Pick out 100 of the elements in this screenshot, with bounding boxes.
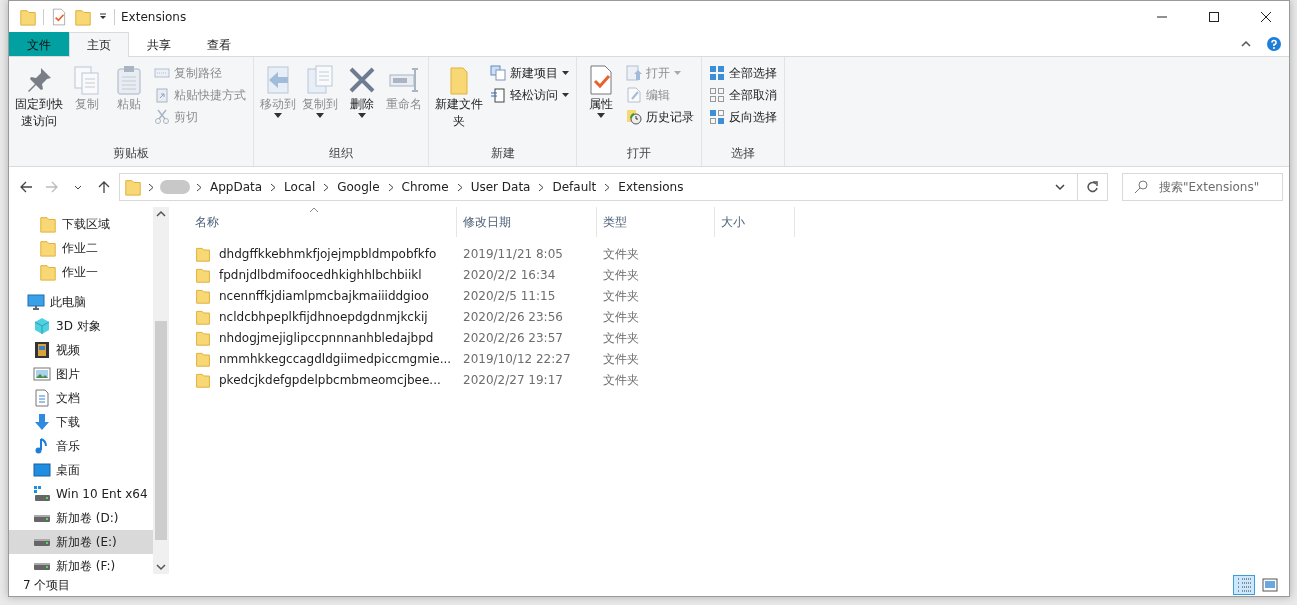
chevron-icon <box>196 182 202 192</box>
navigation-item[interactable]: 下载 <box>9 410 153 434</box>
file-type: 文件夹 <box>602 350 640 368</box>
computer-icon <box>27 293 45 311</box>
folder-icon <box>195 287 211 304</box>
ribbon-tab[interactable]: 查看 <box>189 32 249 56</box>
navigation-item[interactable]: 新加卷 (F:) <box>9 554 153 574</box>
edit-icon <box>626 87 642 103</box>
folder-icon <box>195 266 211 283</box>
navigation-item[interactable]: 图片 <box>9 362 153 386</box>
refresh-icon <box>1086 181 1099 193</box>
search-field[interactable]: 搜索"Extensions" <box>1122 173 1283 201</box>
search-icon <box>1134 180 1148 194</box>
invert-selection-icon <box>709 109 725 125</box>
large-icons-view-button[interactable] <box>1259 575 1281 595</box>
file-name: fpdnjdlbdmifoocedhkighhlbchbiikl <box>219 266 422 284</box>
file-type: 文件夹 <box>602 245 640 263</box>
modified-date: 2020/2/5 11:15 <box>462 287 557 305</box>
properties-icon <box>50 7 68 26</box>
folder-icon <box>124 178 142 196</box>
navigation-item[interactable]: 此电脑 <box>9 290 153 314</box>
item-count: 7 个项目 <box>23 577 71 594</box>
navigation-item[interactable]: 下载区域 <box>9 212 153 236</box>
chevron-icon <box>148 182 154 192</box>
select-all-icon <box>709 65 725 81</box>
file-name: nmmhkkegccagdldgiimedpiccmgmie... <box>219 350 452 368</box>
column-header[interactable]: 大小 <box>715 207 795 237</box>
file-row[interactable]: ncennffkjdiamlpmcbajkmaiiiddgioo 2020/2/5 11:15 文件夹 <box>189 285 1289 306</box>
file-row[interactable]: dhdgffkkebhmkfjojejmpbldmpobfkfo 2019/11/21 8:05 文件夹 <box>189 243 1289 264</box>
ribbon-button[interactable]: 全部选择 <box>706 63 780 83</box>
details-view-button[interactable] <box>1233 575 1255 595</box>
breadcrumb[interactable]: AppData <box>208 178 265 196</box>
ribbon-button[interactable]: 删除 <box>342 60 382 144</box>
breadcrumb[interactable]: User Data <box>468 178 533 196</box>
ribbon-button[interactable]: 新建文件夹 <box>433 60 485 144</box>
modified-date: 2020/2/27 19:17 <box>462 371 564 389</box>
modified-date: 2019/10/12 22:27 <box>462 350 572 368</box>
ribbon-button[interactable]: 属性 <box>581 60 621 144</box>
file-row[interactable]: nmmhkkegccagdldgiimedpiccmgmie... 2019/10/12 22:27 文件夹 <box>189 348 1289 369</box>
navigation-item[interactable]: 音乐 <box>9 434 153 458</box>
file-row[interactable]: fpdnjdlbdmifoocedhkighhlbchbiikl 2020/2/2 16:34 文件夹 <box>189 264 1289 285</box>
navigation-item[interactable]: Win 10 Ent x64 <box>9 482 153 506</box>
ribbon-button[interactable]: 全部取消 <box>706 85 780 105</box>
navigation-item[interactable]: 作业一 <box>9 260 153 284</box>
navigation-item[interactable]: 作业二 <box>9 236 153 260</box>
modified-date: 2020/2/26 23:56 <box>462 308 564 326</box>
navigation-item[interactable]: 视频 <box>9 338 153 362</box>
new-item-icon <box>490 65 506 81</box>
folder-icon <box>195 308 211 325</box>
file-row[interactable]: pkedcjkdefgpdelpbcmbmeomcjbee... 2020/2/27 19:17 文件夹 <box>189 369 1289 390</box>
ribbon-button[interactable]: 轻松访问 <box>487 85 572 105</box>
folder-icon <box>195 245 211 262</box>
breadcrumb[interactable]: Local <box>282 178 318 196</box>
file-type: 文件夹 <box>602 266 640 284</box>
close-icon <box>1261 11 1271 22</box>
navigation-item[interactable]: 文档 <box>9 386 153 410</box>
column-header[interactable]: 类型 <box>597 207 715 237</box>
breadcrumb[interactable]: Extensions <box>616 178 686 196</box>
column-header[interactable]: 名称 <box>189 207 457 237</box>
folder-icon <box>195 350 211 367</box>
drive-icon <box>34 538 50 546</box>
copy-icon <box>304 64 336 96</box>
breadcrumb[interactable]: Chrome <box>399 178 451 196</box>
ribbon-tab[interactable]: 主页 <box>69 32 129 57</box>
ribbon-button[interactable]: 新建项目 <box>487 63 572 83</box>
chevron-icon <box>323 182 330 192</box>
drive-icon <box>34 514 50 522</box>
chevron-down-icon <box>1055 183 1065 191</box>
drive-icon <box>34 562 50 570</box>
chevron-icon <box>538 182 545 192</box>
scrollbar[interactable] <box>153 207 169 574</box>
cube-icon <box>33 317 51 335</box>
group-label: 新建 <box>489 145 516 162</box>
navigation-item[interactable]: 新加卷 (D:) <box>9 506 153 530</box>
ribbon-button[interactable]: 固定到快速访问 <box>13 60 65 144</box>
ribbon-tab[interactable]: 共享 <box>129 32 189 56</box>
ribbon-button[interactable]: 历史记录 <box>623 107 697 127</box>
file-row[interactable]: ncldcbhpeplkfijdhnoepdgdnmjkckij 2020/2/26 23:56 文件夹 <box>189 306 1289 327</box>
navigation-item[interactable]: 桌面 <box>9 458 153 482</box>
chevron-icon <box>456 182 463 192</box>
group-label: 打开 <box>626 145 652 162</box>
column-header[interactable]: 修改日期 <box>457 207 597 237</box>
collapse-ribbon-icon <box>1241 39 1251 49</box>
easy-access-icon <box>490 87 506 103</box>
folder-icon <box>74 7 92 26</box>
file-menu-button[interactable]: 文件 <box>9 32 69 56</box>
navigation-item[interactable]: 3D 对象 <box>9 314 153 338</box>
navigation-item[interactable]: 新加卷 (E:) <box>9 530 153 554</box>
history-icon <box>626 109 642 125</box>
file-row[interactable]: nhdogjmejiglipccpnnnanhbledajbpd 2020/2/26 23:57 文件夹 <box>189 327 1289 348</box>
sort-ascending-icon <box>309 207 319 213</box>
path-icon <box>154 65 170 81</box>
file-name: ncennffkjdiamlpmcbajkmaiiiddgioo <box>219 287 429 305</box>
breadcrumb[interactable]: Default <box>550 178 599 196</box>
folder-icon <box>195 329 211 346</box>
image-view-icon <box>1262 577 1278 593</box>
group-label: 剪贴板 <box>112 145 150 162</box>
select-none-icon <box>709 87 725 103</box>
breadcrumb[interactable]: Google <box>335 178 382 196</box>
ribbon-button[interactable]: 反向选择 <box>706 107 780 127</box>
